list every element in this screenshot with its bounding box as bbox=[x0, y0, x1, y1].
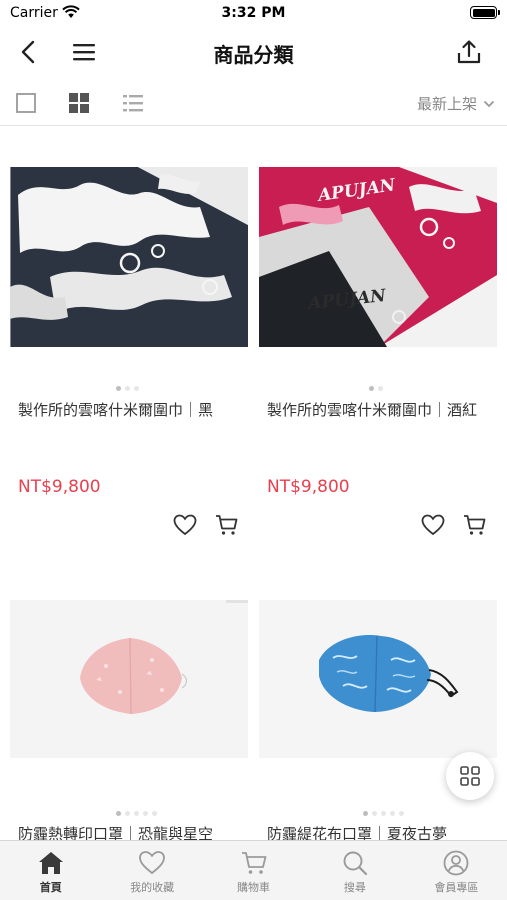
page-title: 商品分類 bbox=[213, 43, 294, 67]
product-card[interactable]: 製作所的雲喀什米爾圍巾｜黑 NT$9,800 bbox=[10, 167, 248, 567]
product-price: NT$9,800 bbox=[18, 477, 101, 497]
product-image[interactable] bbox=[10, 167, 248, 347]
tab-label: 搜尋 bbox=[343, 881, 366, 894]
layout-toggle-button[interactable] bbox=[446, 752, 494, 800]
nav-bar: 商品分類 bbox=[0, 26, 507, 78]
status-bar: Carrier 3:32 PM bbox=[0, 0, 507, 26]
cart-icon bbox=[464, 515, 486, 535]
pager-dot[interactable] bbox=[378, 386, 383, 391]
tab-cart[interactable]: 購物車 bbox=[203, 841, 304, 900]
single-column-icon bbox=[16, 93, 36, 113]
share-button[interactable] bbox=[451, 34, 487, 70]
product-image[interactable] bbox=[259, 600, 497, 758]
red-scarf-image: APUJAN APUJAN bbox=[259, 167, 497, 347]
pager-dot[interactable] bbox=[369, 386, 374, 391]
pager-dot[interactable] bbox=[134, 811, 139, 816]
image-pager[interactable] bbox=[369, 386, 383, 391]
list-icon bbox=[123, 95, 143, 112]
sort-label: 最新上架 bbox=[416, 95, 477, 113]
pager-dot[interactable] bbox=[152, 811, 157, 816]
tab-label: 會員專區 bbox=[434, 881, 479, 894]
pink-mask-image bbox=[10, 600, 248, 758]
grid-icon bbox=[69, 93, 89, 113]
product-card[interactable]: 防霾熱轉印口罩｜恐龍與星空 bbox=[10, 600, 248, 843]
product-image[interactable]: APUJAN APUJAN bbox=[259, 167, 497, 347]
user-icon bbox=[443, 850, 469, 876]
cart-icon bbox=[241, 852, 266, 874]
add-to-cart-button[interactable] bbox=[212, 510, 242, 540]
tab-label: 購物車 bbox=[237, 881, 271, 894]
product-price: NT$9,800 bbox=[267, 477, 350, 497]
status-time: 3:32 PM bbox=[221, 5, 286, 21]
pager-dot[interactable] bbox=[116, 386, 121, 391]
battery-icon bbox=[470, 6, 500, 19]
heart-icon bbox=[139, 851, 166, 875]
tab-label: 首頁 bbox=[39, 881, 62, 894]
home-icon bbox=[38, 852, 63, 874]
product-name[interactable]: 製作所的雲喀什米爾圍巾｜黑 bbox=[18, 400, 242, 421]
pager-dot[interactable] bbox=[381, 811, 386, 816]
blue-mask-image bbox=[259, 600, 497, 758]
favorite-button[interactable] bbox=[170, 510, 200, 540]
chevron-down-icon bbox=[483, 100, 495, 107]
tab-favorites[interactable]: 我的收藏 bbox=[101, 841, 202, 900]
share-icon bbox=[457, 40, 481, 64]
favorite-button[interactable] bbox=[418, 510, 448, 540]
single-view-button[interactable] bbox=[13, 90, 39, 116]
tab-bar: 首頁 我的收藏 購物車 搜尋 會員專區 bbox=[0, 840, 507, 900]
cart-icon bbox=[216, 515, 238, 535]
pager-dot[interactable] bbox=[399, 811, 404, 816]
pager-dot[interactable] bbox=[134, 386, 139, 391]
grid-view-button[interactable] bbox=[66, 90, 92, 116]
tab-search[interactable]: 搜尋 bbox=[304, 841, 405, 900]
image-pager[interactable] bbox=[116, 811, 157, 816]
pager-dot[interactable] bbox=[372, 811, 377, 816]
heart-icon bbox=[173, 514, 197, 536]
pager-dot[interactable] bbox=[363, 811, 368, 816]
tab-label: 我的收藏 bbox=[130, 881, 175, 894]
search-icon bbox=[343, 851, 368, 876]
pager-dot[interactable] bbox=[116, 811, 121, 816]
pager-dot[interactable] bbox=[125, 386, 130, 391]
add-to-cart-button[interactable] bbox=[460, 510, 490, 540]
image-pager[interactable] bbox=[363, 811, 404, 816]
list-view-button[interactable] bbox=[120, 90, 146, 116]
heart-icon bbox=[421, 514, 445, 536]
product-card[interactable]: APUJAN APUJAN 製作所的雲喀什米爾圍巾｜酒紅 NT$9,800 bbox=[259, 167, 497, 567]
product-image[interactable] bbox=[10, 600, 248, 758]
product-card[interactable]: 防霾緹花布口罩｜夏夜古夢 bbox=[259, 600, 497, 843]
image-pager[interactable] bbox=[116, 386, 139, 391]
pager-dot[interactable] bbox=[390, 811, 395, 816]
view-options-bar: 最新上架 bbox=[0, 80, 507, 126]
pager-dot[interactable] bbox=[125, 811, 130, 816]
black-scarf-image bbox=[10, 167, 248, 347]
product-name[interactable]: 製作所的雲喀什米爾圍巾｜酒紅 bbox=[267, 400, 491, 421]
sort-select[interactable]: 最新上架 bbox=[417, 93, 495, 114]
tab-member[interactable]: 會員專區 bbox=[406, 841, 507, 900]
tab-home[interactable]: 首頁 bbox=[0, 841, 101, 900]
grid-outline-icon bbox=[460, 766, 480, 786]
pager-dot[interactable] bbox=[143, 811, 148, 816]
